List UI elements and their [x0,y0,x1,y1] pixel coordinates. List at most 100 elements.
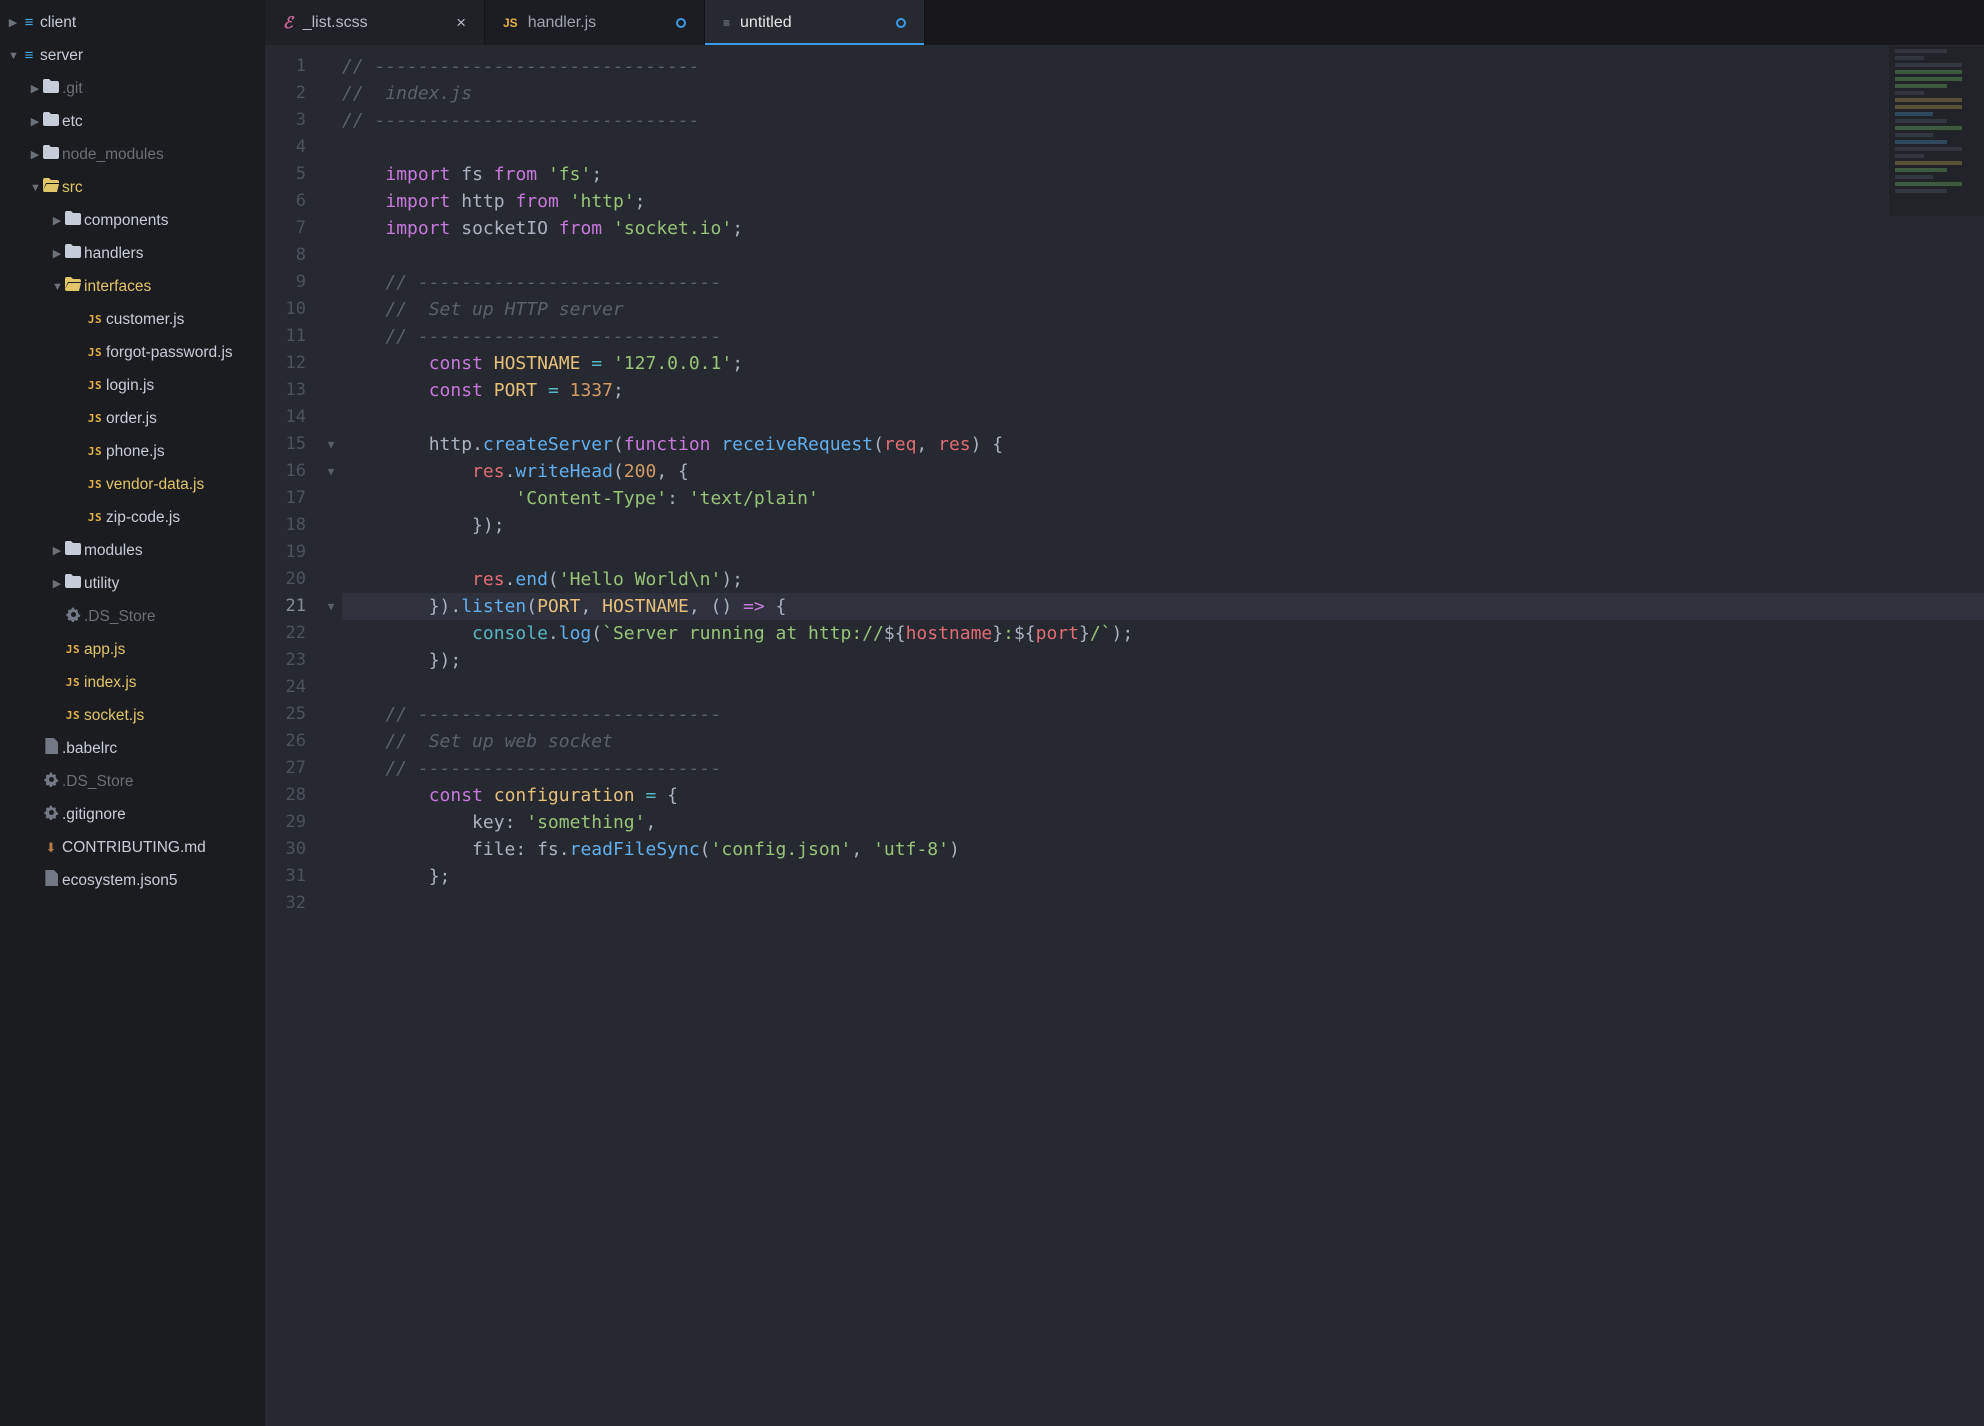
expand-arrow-icon[interactable]: ▶ [8,16,18,29]
line-number[interactable]: 19 [265,539,306,566]
line-number[interactable]: 16 [265,458,306,485]
line-number[interactable]: 23 [265,647,306,674]
code-line[interactable]: // index.js [342,80,1984,107]
editor-tab[interactable]: ≡untitled [705,0,925,45]
line-number[interactable]: 11 [265,323,306,350]
tree-item[interactable]: .DS_Store [0,765,265,798]
line-number[interactable]: 21 [265,593,306,620]
tree-item[interactable]: ▶handlers [0,237,265,270]
fold-gutter[interactable]: ▼▼▼ [320,45,342,1426]
tree-item[interactable]: ecosystem.json5 [0,864,265,897]
tree-item[interactable]: JSvendor-data.js [0,468,265,501]
line-number[interactable]: 26 [265,728,306,755]
line-number[interactable]: 28 [265,782,306,809]
code-line[interactable]: // ---------------------------- [342,323,1984,350]
tree-item[interactable]: ▶node_modules [0,138,265,171]
code-line[interactable]: import http from 'http'; [342,188,1984,215]
expand-arrow-icon[interactable]: ▶ [52,577,62,590]
tree-item[interactable]: .babelrc [0,732,265,765]
expand-arrow-icon[interactable]: ▶ [52,247,62,260]
code-line[interactable]: // ---------------------------- [342,701,1984,728]
code-line[interactable]: console.log(`Server running at http://${… [342,620,1984,647]
code-line[interactable]: // ---------------------------- [342,269,1984,296]
tree-item[interactable]: ▶utility [0,567,265,600]
code-line[interactable]: // Set up web socket [342,728,1984,755]
line-number[interactable]: 6 [265,188,306,215]
expand-arrow-icon[interactable]: ▼ [52,281,62,293]
close-icon[interactable]: × [456,13,466,33]
code-line[interactable]: }; [342,863,1984,890]
code-line[interactable]: }); [342,647,1984,674]
tree-item[interactable]: ▼interfaces [0,270,265,303]
code-line[interactable]: http.createServer(function receiveReques… [342,431,1984,458]
fold-toggle-icon[interactable]: ▼ [320,458,342,485]
fold-toggle-icon[interactable]: ▼ [320,431,342,458]
tree-item[interactable]: .gitignore [0,798,265,831]
line-number[interactable]: 7 [265,215,306,242]
tree-item[interactable]: JSphone.js [0,435,265,468]
minimap[interactable] [1888,46,1984,216]
tree-item[interactable]: ▶.git [0,72,265,105]
line-number[interactable]: 4 [265,134,306,161]
tree-item[interactable]: ▼≡server [0,39,265,72]
code-line[interactable]: const configuration = { [342,782,1984,809]
tree-item[interactable]: ▶components [0,204,265,237]
code-line[interactable]: // ------------------------------ [342,53,1984,80]
line-number[interactable]: 1 [265,53,306,80]
code-line[interactable] [342,404,1984,431]
tree-item[interactable]: JSlogin.js [0,369,265,402]
code-line[interactable]: // ---------------------------- [342,755,1984,782]
code-line[interactable]: import fs from 'fs'; [342,161,1984,188]
editor[interactable]: 1234567891011121314151617181920212223242… [265,45,1984,1426]
line-number[interactable]: 5 [265,161,306,188]
line-number[interactable]: 20 [265,566,306,593]
line-number[interactable]: 2 [265,80,306,107]
fold-toggle-icon[interactable]: ▼ [320,593,342,620]
tree-item[interactable]: ▶etc [0,105,265,138]
tree-item[interactable]: JSzip-code.js [0,501,265,534]
expand-arrow-icon[interactable]: ▶ [30,82,40,95]
code-line[interactable]: res.writeHead(200, { [342,458,1984,485]
line-number[interactable]: 13 [265,377,306,404]
line-number[interactable]: 27 [265,755,306,782]
tree-item[interactable]: JSapp.js [0,633,265,666]
code-line[interactable]: }); [342,512,1984,539]
tree-item[interactable]: ⬇CONTRIBUTING.md [0,831,265,864]
code-line[interactable] [342,134,1984,161]
editor-tab[interactable]: JShandler.js [485,0,705,45]
code-line[interactable]: res.end('Hello World\n'); [342,566,1984,593]
code-line[interactable] [342,539,1984,566]
line-number[interactable]: 30 [265,836,306,863]
line-number[interactable]: 14 [265,404,306,431]
expand-arrow-icon[interactable]: ▶ [30,148,40,161]
code-line[interactable]: file: fs.readFileSync('config.json', 'ut… [342,836,1984,863]
code-line[interactable]: // Set up HTTP server [342,296,1984,323]
expand-arrow-icon[interactable]: ▼ [8,50,18,62]
line-number[interactable]: 3 [265,107,306,134]
line-number[interactable]: 15 [265,431,306,458]
line-number[interactable]: 12 [265,350,306,377]
code-line[interactable] [342,242,1984,269]
tree-item[interactable]: JSorder.js [0,402,265,435]
code-line[interactable] [342,674,1984,701]
code-area[interactable]: // ------------------------------// inde… [342,45,1984,1426]
code-line[interactable]: import socketIO from 'socket.io'; [342,215,1984,242]
expand-arrow-icon[interactable]: ▶ [52,214,62,227]
tree-item[interactable]: ▼src [0,171,265,204]
line-number[interactable]: 10 [265,296,306,323]
code-line[interactable]: const HOSTNAME = '127.0.0.1'; [342,350,1984,377]
tree-item[interactable]: JSindex.js [0,666,265,699]
line-number[interactable]: 25 [265,701,306,728]
line-number[interactable]: 22 [265,620,306,647]
line-number[interactable]: 24 [265,674,306,701]
tree-item[interactable]: JSforgot-password.js [0,336,265,369]
tree-item[interactable]: JScustomer.js [0,303,265,336]
tree-item[interactable]: .DS_Store [0,600,265,633]
expand-arrow-icon[interactable]: ▶ [30,115,40,128]
line-number[interactable]: 29 [265,809,306,836]
expand-arrow-icon[interactable]: ▼ [30,182,40,194]
line-number[interactable]: 18 [265,512,306,539]
tree-item[interactable]: ▶≡client [0,6,265,39]
line-number[interactable]: 32 [265,890,306,917]
code-line[interactable] [342,890,1984,917]
